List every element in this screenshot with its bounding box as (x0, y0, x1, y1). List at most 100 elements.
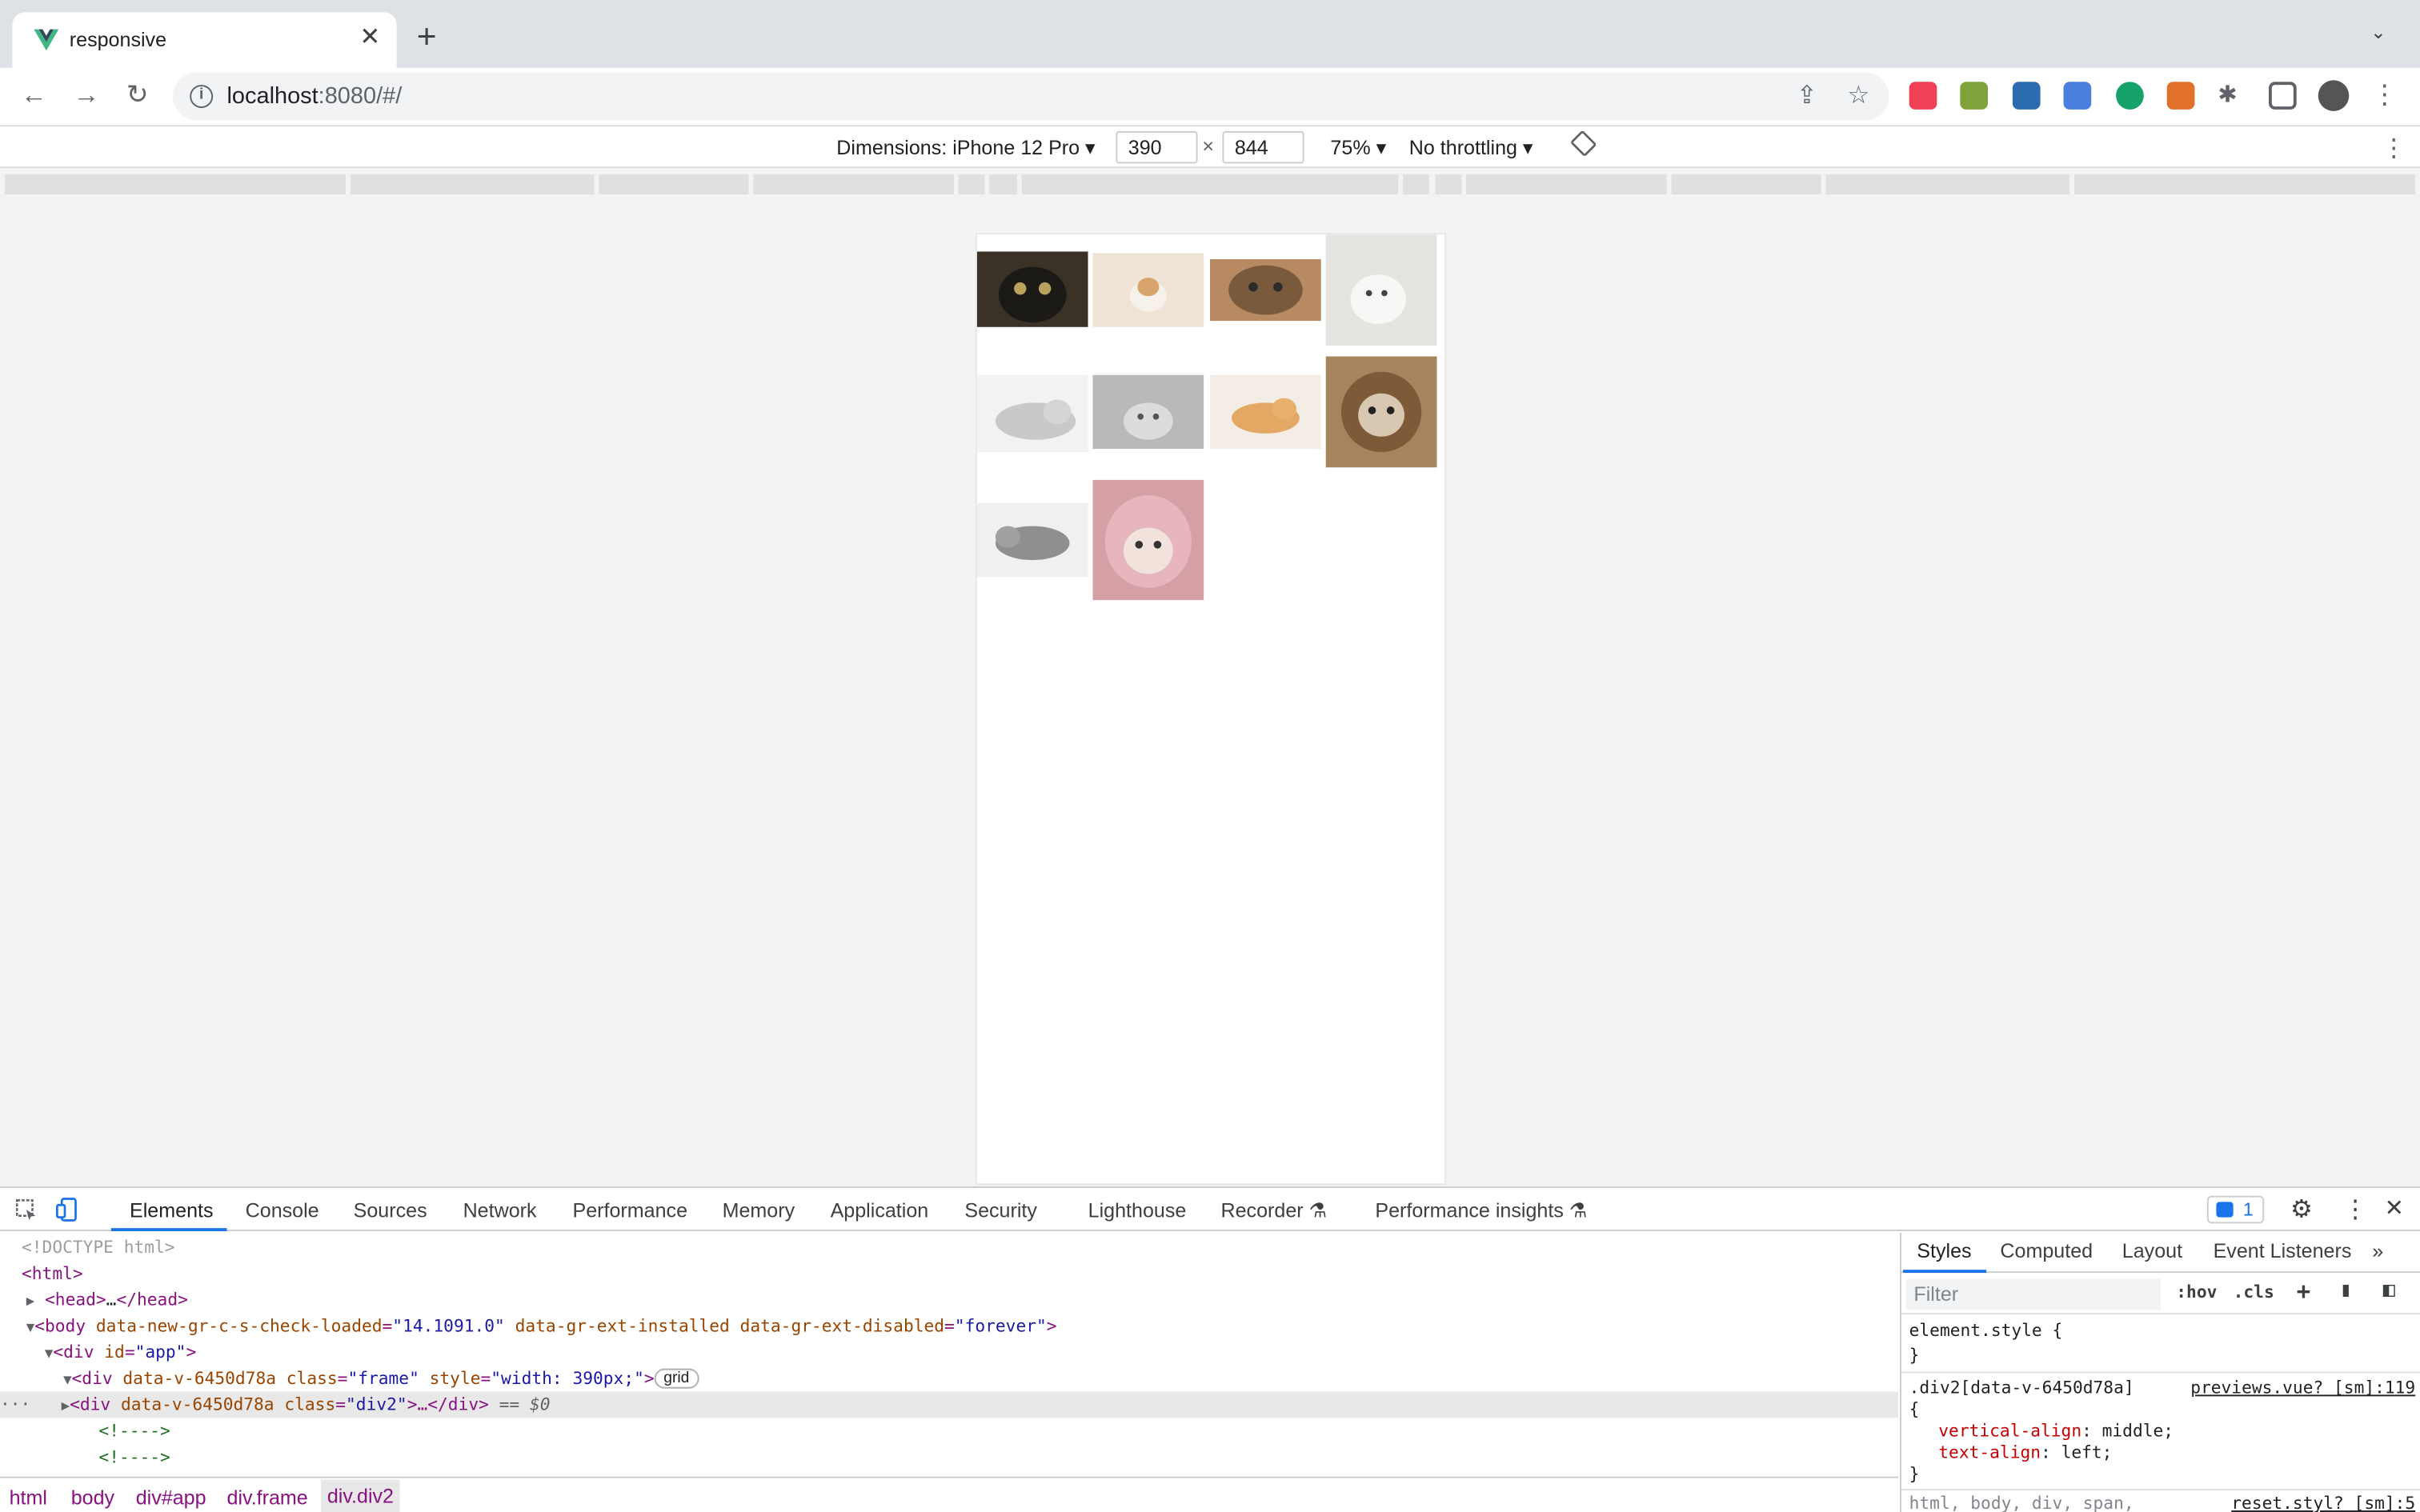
property-value[interactable]: : left; (2041, 1442, 2112, 1462)
device-dimensions-select[interactable]: Dimensions: iPhone 12 Pro ▾ (836, 136, 1095, 161)
property-name[interactable]: vertical-align (1938, 1421, 2081, 1441)
rotate-icon[interactable] (1571, 130, 1597, 156)
tab-security[interactable]: Security (964, 1198, 1037, 1222)
tab-network[interactable]: Network (463, 1198, 537, 1222)
device-height-input[interactable]: 844 (1222, 130, 1304, 164)
class-toggle[interactable]: .cls (2234, 1282, 2274, 1302)
url-text[interactable]: localhost:8080/#/ (226, 83, 402, 110)
tab-performance[interactable]: Performance (572, 1198, 687, 1222)
breadcrumb-div2[interactable]: div.div2 (321, 1479, 400, 1512)
tab-styles[interactable]: Styles (1917, 1239, 1971, 1262)
tab-search-icon[interactable]: ⌄ (2370, 22, 2386, 43)
pocket-extension-icon[interactable] (1909, 82, 1937, 110)
reload-icon[interactable]: ↻ (118, 77, 155, 114)
dom-div2-line[interactable]: ··· ▶<div data-v-6450d78a class="div2">…… (0, 1391, 1899, 1418)
tab-layout[interactable]: Layout (2122, 1239, 2182, 1262)
site-info-icon[interactable]: i (190, 85, 214, 108)
issues-counter[interactable]: 1 (2206, 1195, 2265, 1224)
throttling-select[interactable]: No throttling ▾ (1409, 136, 1533, 161)
dom-frame-line[interactable]: ▼<div data-v-6450d78a class="frame" styl… (0, 1366, 1898, 1392)
extension-icon[interactable] (2166, 82, 2195, 110)
add-rule-icon[interactable]: + (2297, 1278, 2310, 1306)
source-link[interactable]: reset.styl? [sm]:5 (2231, 1494, 2415, 1512)
breadcrumb-app[interactable]: div#app (136, 1486, 206, 1509)
forward-icon[interactable]: → (68, 77, 105, 114)
more-dots-icon[interactable]: ··· (0, 1394, 30, 1414)
lion-hood-cat-image[interactable] (1325, 356, 1437, 468)
media-query-segment[interactable] (753, 174, 954, 194)
div2-selector[interactable]: .div2[data-v-6450d78a] (1909, 1378, 2134, 1399)
dom-html-line[interactable]: <html> (0, 1261, 1898, 1287)
close-devtools-icon[interactable]: ✕ (2385, 1194, 2404, 1222)
property-name[interactable]: text-align (1938, 1442, 2041, 1462)
tab-application[interactable]: Application (831, 1198, 929, 1222)
media-query-segment[interactable] (599, 174, 749, 194)
white-kitten-image[interactable] (1325, 234, 1437, 346)
expand-triangle-icon[interactable]: ▶ (26, 1294, 34, 1310)
media-query-segment[interactable] (1825, 174, 2070, 194)
media-query-segment[interactable] (1403, 174, 1429, 194)
media-query-segment[interactable] (2073, 174, 2416, 194)
breadcrumb-body[interactable]: body (71, 1486, 114, 1509)
tab-sources[interactable]: Sources (354, 1198, 427, 1222)
more-tabs-chevron-icon[interactable]: » (2372, 1239, 2383, 1262)
settings-gear-icon[interactable]: ⚙ (2290, 1194, 2313, 1226)
tab-memory[interactable]: Memory (723, 1198, 795, 1222)
side-panel-icon[interactable] (2268, 82, 2297, 110)
media-query-segment[interactable] (350, 174, 595, 194)
chrome-menu-icon[interactable]: ⋮ (2366, 77, 2402, 114)
source-link[interactable]: previews.vue? [sm]:119 (2190, 1378, 2415, 1398)
tab-event-listeners[interactable]: Event Listeners (2214, 1239, 2352, 1262)
tab-recorder[interactable]: Recorder ⚗ (1220, 1198, 1327, 1223)
media-query-segment[interactable] (4, 174, 346, 194)
devtools-more-icon[interactable]: ⋮ (2343, 1194, 2368, 1226)
device-toggle-icon[interactable] (55, 1198, 80, 1222)
zoom-select[interactable]: 75% ▾ (1330, 136, 1386, 161)
dom-app-line[interactable]: ▼<div id="app"> (0, 1339, 1898, 1366)
back-icon[interactable]: ← (15, 77, 52, 114)
silver-tabby-image[interactable] (976, 502, 1088, 578)
device-more-options-icon[interactable]: ⋮ (2382, 133, 2406, 164)
tabby-cat-image[interactable] (1209, 258, 1321, 322)
translate-extension-icon[interactable] (2063, 82, 2092, 110)
tab-computed[interactable]: Computed (2000, 1239, 2093, 1262)
breadcrumb-html[interactable]: html (10, 1486, 47, 1509)
style-declaration[interactable]: vertical-align: middle; (1938, 1421, 2174, 1442)
profile-avatar[interactable] (2318, 80, 2350, 111)
media-query-segment[interactable] (1671, 174, 1821, 194)
extension-icon[interactable] (1960, 82, 1988, 110)
inspect-element-icon[interactable] (14, 1198, 38, 1222)
paint-brush-icon[interactable]: ▮ (2340, 1279, 2352, 1302)
media-query-segment[interactable] (1021, 174, 1399, 194)
share-icon[interactable]: ⇪ (1797, 80, 1817, 111)
media-query-segment[interactable] (989, 174, 1017, 194)
kitten-pillow-image[interactable] (1092, 253, 1204, 327)
dom-body-line[interactable]: ▼<body data-new-gr-c-s-check-loaded="14.… (0, 1313, 1898, 1339)
tab-performance-insights[interactable]: Performance insights ⚗ (1375, 1198, 1587, 1223)
grey-cat-lying-image[interactable] (976, 374, 1088, 453)
toggle-sidebar-icon[interactable]: ◧ (2383, 1279, 2395, 1302)
new-tab-button[interactable]: + (417, 19, 437, 54)
style-declaration[interactable]: text-align: left; (1938, 1442, 2112, 1464)
breadcrumb-frame[interactable]: div.frame (226, 1486, 307, 1509)
pink-hood-cat-image[interactable] (1092, 479, 1204, 601)
tab-console[interactable]: Console (246, 1198, 319, 1222)
dom-comment-line[interactable]: <!----> (0, 1444, 1898, 1470)
element-style-open[interactable]: element.style { (1909, 1321, 2063, 1342)
media-query-segment[interactable] (1435, 174, 1462, 194)
extensions-puzzle-icon[interactable]: ✱ (2218, 82, 2246, 110)
grey-kitten-image[interactable] (1092, 374, 1204, 450)
expand-triangle-icon[interactable]: ▶ (62, 1399, 70, 1414)
grammarly-extension-icon[interactable] (2116, 82, 2144, 110)
dom-doctype-line[interactable]: <!DOCTYPE html> (0, 1234, 1898, 1261)
media-query-segment[interactable] (1466, 174, 1667, 194)
orange-cat-image[interactable] (1209, 374, 1321, 450)
reset-selector[interactable]: html, body, div, span, (1909, 1494, 2134, 1512)
address-bar[interactable]: i localhost:8080/#/ ⇪ ☆ (172, 72, 1889, 121)
dom-comment-line[interactable]: <!----> (0, 1418, 1898, 1444)
extension-icon[interactable] (2012, 82, 2041, 110)
black-cat-image[interactable] (976, 251, 1088, 327)
styles-filter-input[interactable]: Filter (1905, 1278, 2161, 1310)
property-value[interactable]: : middle; (2081, 1421, 2174, 1441)
media-query-segment[interactable] (958, 174, 985, 194)
